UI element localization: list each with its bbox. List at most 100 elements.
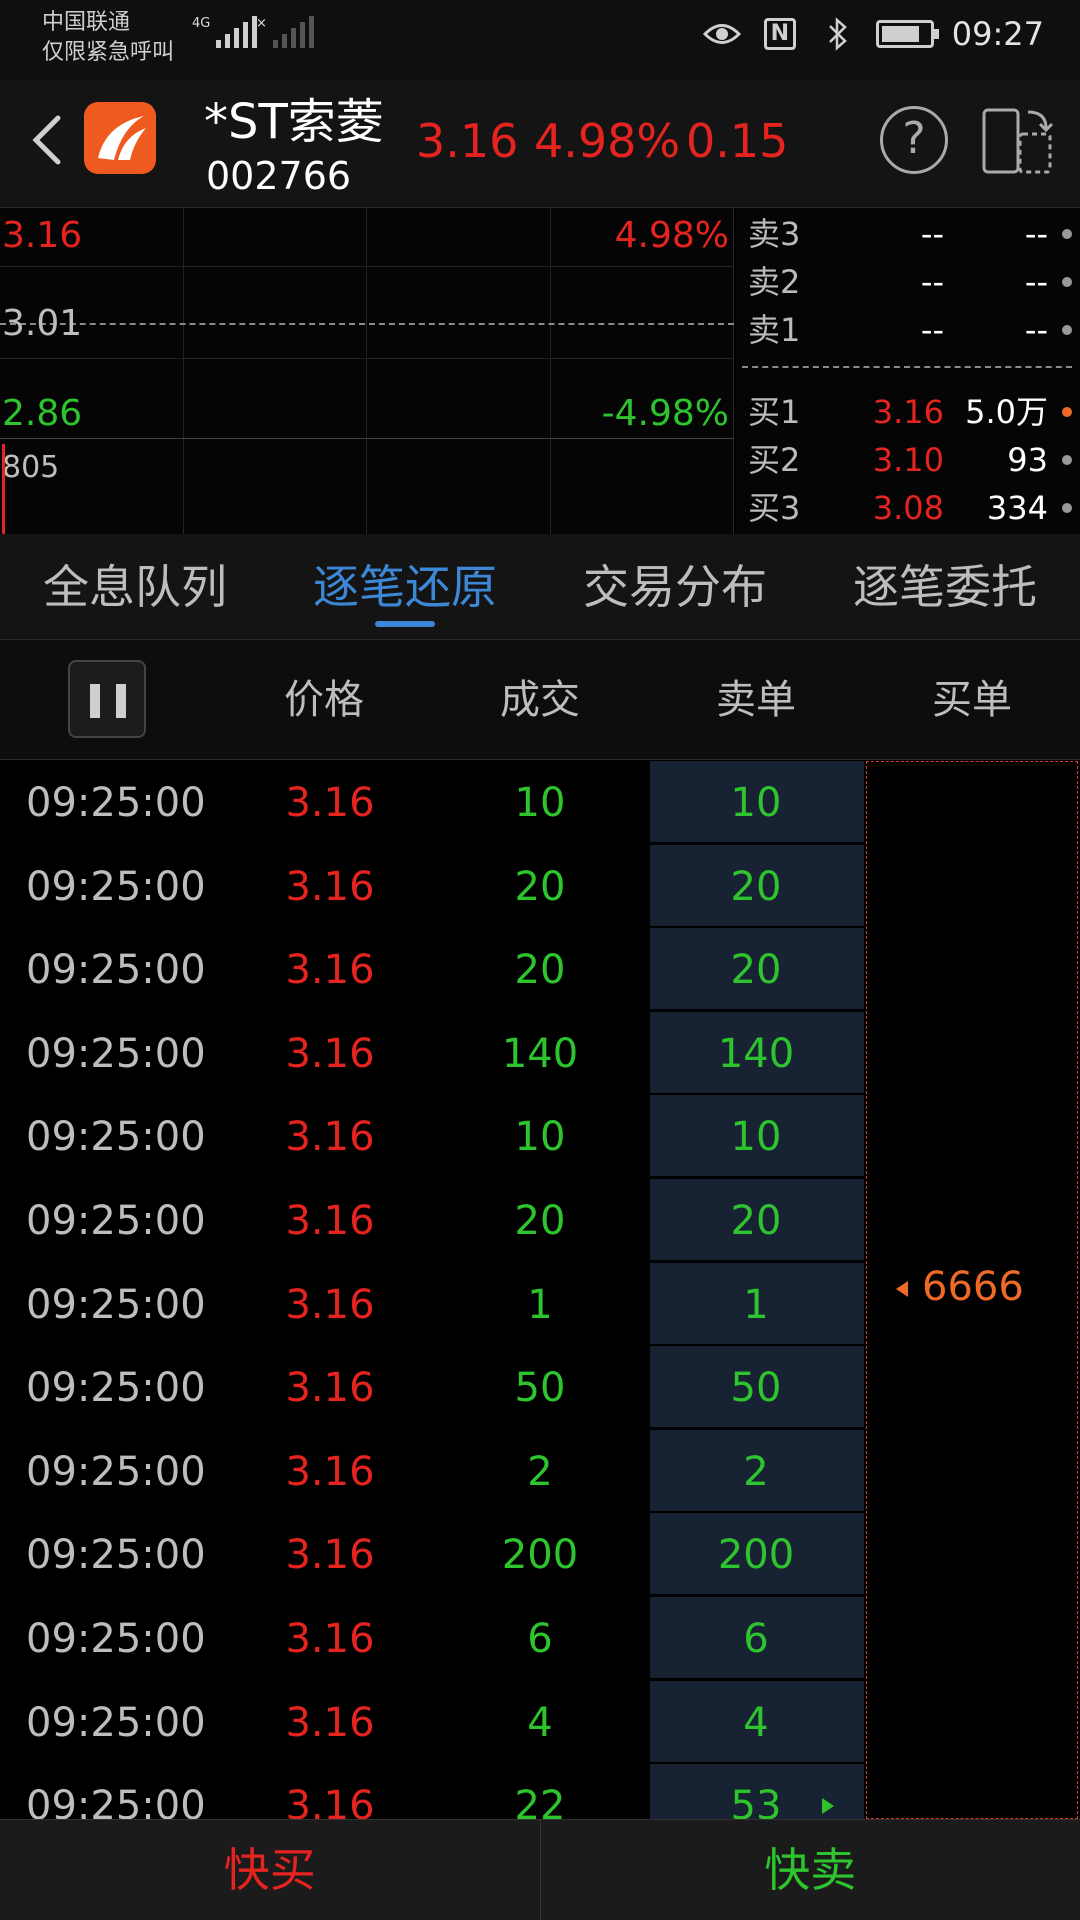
trade-sell-order: 20 bbox=[730, 947, 782, 993]
sim2-status-label: × bbox=[256, 16, 267, 31]
order-book[interactable]: 卖3 -- -- 卖2 -- -- 卖1 -- -- 买1 3.16 5.0万 … bbox=[736, 208, 1080, 534]
table-row[interactable]: 09:25:00 3.16 140 140 bbox=[0, 1012, 1080, 1096]
trade-volume: 2 bbox=[527, 1449, 553, 1495]
trade-volume: 140 bbox=[501, 1031, 579, 1077]
help-icon: ? bbox=[902, 113, 926, 164]
pause-icon bbox=[90, 684, 100, 718]
ask-dot-icon bbox=[1062, 325, 1072, 335]
table-row[interactable]: 09:25:00 3.16 6 6 bbox=[0, 1597, 1080, 1681]
sim2-signal-icon: × bbox=[256, 16, 314, 48]
play-triangle-icon bbox=[822, 1798, 834, 1814]
trade-price: 3.16 bbox=[285, 780, 375, 826]
trade-price: 3.16 bbox=[285, 1783, 375, 1819]
tab-tick-restore[interactable]: 逐笔还原 bbox=[270, 534, 540, 639]
trade-volume: 4 bbox=[527, 1700, 553, 1746]
table-row[interactable]: 09:25:00 3.16 4 4 bbox=[0, 1681, 1080, 1765]
trade-list[interactable]: 6666 09:25:00 3.16 10 10 09:25:00 3.16 20 20 09:… bbox=[0, 761, 1080, 1819]
ask-row-3: 卖3 -- -- bbox=[742, 212, 1076, 256]
chart-upper-pct: 4.98% bbox=[614, 215, 729, 256]
nfc-label: N bbox=[763, 18, 796, 50]
bid-dot-icon bbox=[1062, 455, 1072, 465]
trade-volume: 200 bbox=[501, 1532, 579, 1578]
table-row[interactable]: 09:25:00 3.16 1 1 bbox=[0, 1263, 1080, 1347]
help-button[interactable]: ? bbox=[880, 106, 948, 174]
trade-time: 09:25:00 bbox=[26, 1198, 206, 1244]
trade-time: 09:25:00 bbox=[26, 1449, 206, 1495]
trade-price: 3.16 bbox=[285, 1282, 375, 1328]
trade-volume: 20 bbox=[514, 864, 566, 910]
chart-volume-label: 805 bbox=[2, 450, 60, 485]
trade-price: 3.16 bbox=[285, 947, 375, 993]
table-row[interactable]: 09:25:00 3.16 10 10 bbox=[0, 761, 1080, 845]
bid-dot-icon bbox=[1062, 407, 1072, 417]
stock-logo bbox=[84, 102, 156, 174]
change-percent: 4.98% bbox=[534, 114, 681, 168]
stock-code: 002766 bbox=[206, 154, 352, 198]
trade-volume: 6 bbox=[527, 1616, 553, 1662]
chevron-left-icon bbox=[32, 115, 61, 165]
ask-dot-icon bbox=[1062, 229, 1072, 239]
trade-time: 09:25:00 bbox=[26, 1532, 206, 1578]
column-header-buy: 买单 bbox=[932, 677, 1012, 723]
table-row[interactable]: 09:25:00 3.16 200 200 bbox=[0, 1513, 1080, 1597]
stock-header: *ST索菱 002766 3.16 4.98% 0.15 ? bbox=[0, 80, 1080, 208]
trade-price: 3.16 bbox=[285, 1449, 375, 1495]
trade-sell-order: 20 bbox=[730, 1198, 782, 1244]
quick-buy-button[interactable]: 快买 bbox=[0, 1820, 541, 1920]
eye-comfort-icon bbox=[702, 14, 742, 54]
trade-volume: 10 bbox=[514, 1114, 566, 1160]
table-row[interactable]: 09:25:00 3.16 20 20 bbox=[0, 928, 1080, 1012]
tab-tick-orders[interactable]: 逐笔委托 bbox=[810, 534, 1080, 639]
change-amount: 0.15 bbox=[686, 114, 789, 168]
tab-trade-distribution[interactable]: 交易分布 bbox=[540, 534, 810, 639]
table-row[interactable]: 09:25:00 3.16 10 10 bbox=[0, 1095, 1080, 1179]
trade-time: 09:25:00 bbox=[26, 780, 206, 826]
trade-price: 3.16 bbox=[285, 1365, 375, 1411]
trade-price: 3.16 bbox=[285, 1031, 375, 1077]
trade-sell-order: 2 bbox=[743, 1449, 769, 1495]
table-row[interactable]: 09:25:00 3.16 50 50 bbox=[0, 1346, 1080, 1430]
chart-lower-pct: -4.98% bbox=[601, 393, 729, 434]
trade-price: 3.16 bbox=[285, 1616, 375, 1662]
trade-sell-order: 6 bbox=[743, 1616, 769, 1662]
preclose-line bbox=[0, 323, 734, 325]
pause-button[interactable] bbox=[68, 660, 146, 738]
trade-list-header: 价格 成交 卖单 买单 bbox=[0, 640, 1080, 760]
trade-time: 09:25:00 bbox=[26, 1700, 206, 1746]
trade-volume: 22 bbox=[514, 1783, 566, 1819]
back-button[interactable] bbox=[26, 110, 66, 170]
intraday-chart[interactable]: 3.16 4.98% 3.01 2.86 -4.98% 805 bbox=[0, 208, 734, 534]
table-row[interactable]: 09:25:00 3.16 2 2 bbox=[0, 1430, 1080, 1514]
trade-time: 09:25:00 bbox=[26, 1365, 206, 1411]
trade-volume: 1 bbox=[527, 1282, 553, 1328]
tab-full-queue[interactable]: 全息队列 bbox=[0, 534, 270, 639]
table-row[interactable]: 09:25:00 3.16 22 53 bbox=[0, 1764, 1080, 1819]
trade-sell-order: 50 bbox=[730, 1365, 782, 1411]
ask-row-1: 卖1 -- -- bbox=[742, 308, 1076, 352]
current-price: 3.16 bbox=[416, 114, 519, 168]
ask-row-2: 卖2 -- -- bbox=[742, 260, 1076, 304]
carrier-status: 仅限紧急呼叫 bbox=[42, 40, 175, 65]
table-row[interactable]: 09:25:00 3.16 20 20 bbox=[0, 845, 1080, 929]
signal-strength-icon: 4G bbox=[192, 16, 258, 48]
volume-divider bbox=[0, 438, 734, 439]
stock-name: *ST索菱 bbox=[204, 94, 384, 150]
volume-bar bbox=[2, 444, 5, 534]
quick-sell-button[interactable]: 快卖 bbox=[541, 1820, 1080, 1920]
ask-dot-icon bbox=[1062, 277, 1072, 287]
bottom-action-bar: 快买 快卖 bbox=[0, 1819, 1080, 1920]
layout-switch-button[interactable] bbox=[980, 106, 1056, 176]
trade-sell-order: 10 bbox=[730, 780, 782, 826]
orderbook-divider bbox=[742, 366, 1072, 368]
trade-sell-order: 140 bbox=[717, 1031, 795, 1077]
trade-price: 3.16 bbox=[285, 1114, 375, 1160]
trade-time: 09:25:00 bbox=[26, 864, 206, 910]
status-time: 09:27 bbox=[951, 15, 1044, 53]
trade-volume: 50 bbox=[514, 1365, 566, 1411]
table-row[interactable]: 09:25:00 3.16 20 20 bbox=[0, 1179, 1080, 1263]
status-bar: 中国联通 仅限紧急呼叫 4G × N 09:27 bbox=[0, 0, 1080, 80]
trade-time: 09:25:00 bbox=[26, 1031, 206, 1077]
column-header-price: 价格 bbox=[284, 677, 364, 723]
nfc-icon: N bbox=[760, 14, 800, 54]
bluetooth-icon bbox=[818, 14, 858, 54]
